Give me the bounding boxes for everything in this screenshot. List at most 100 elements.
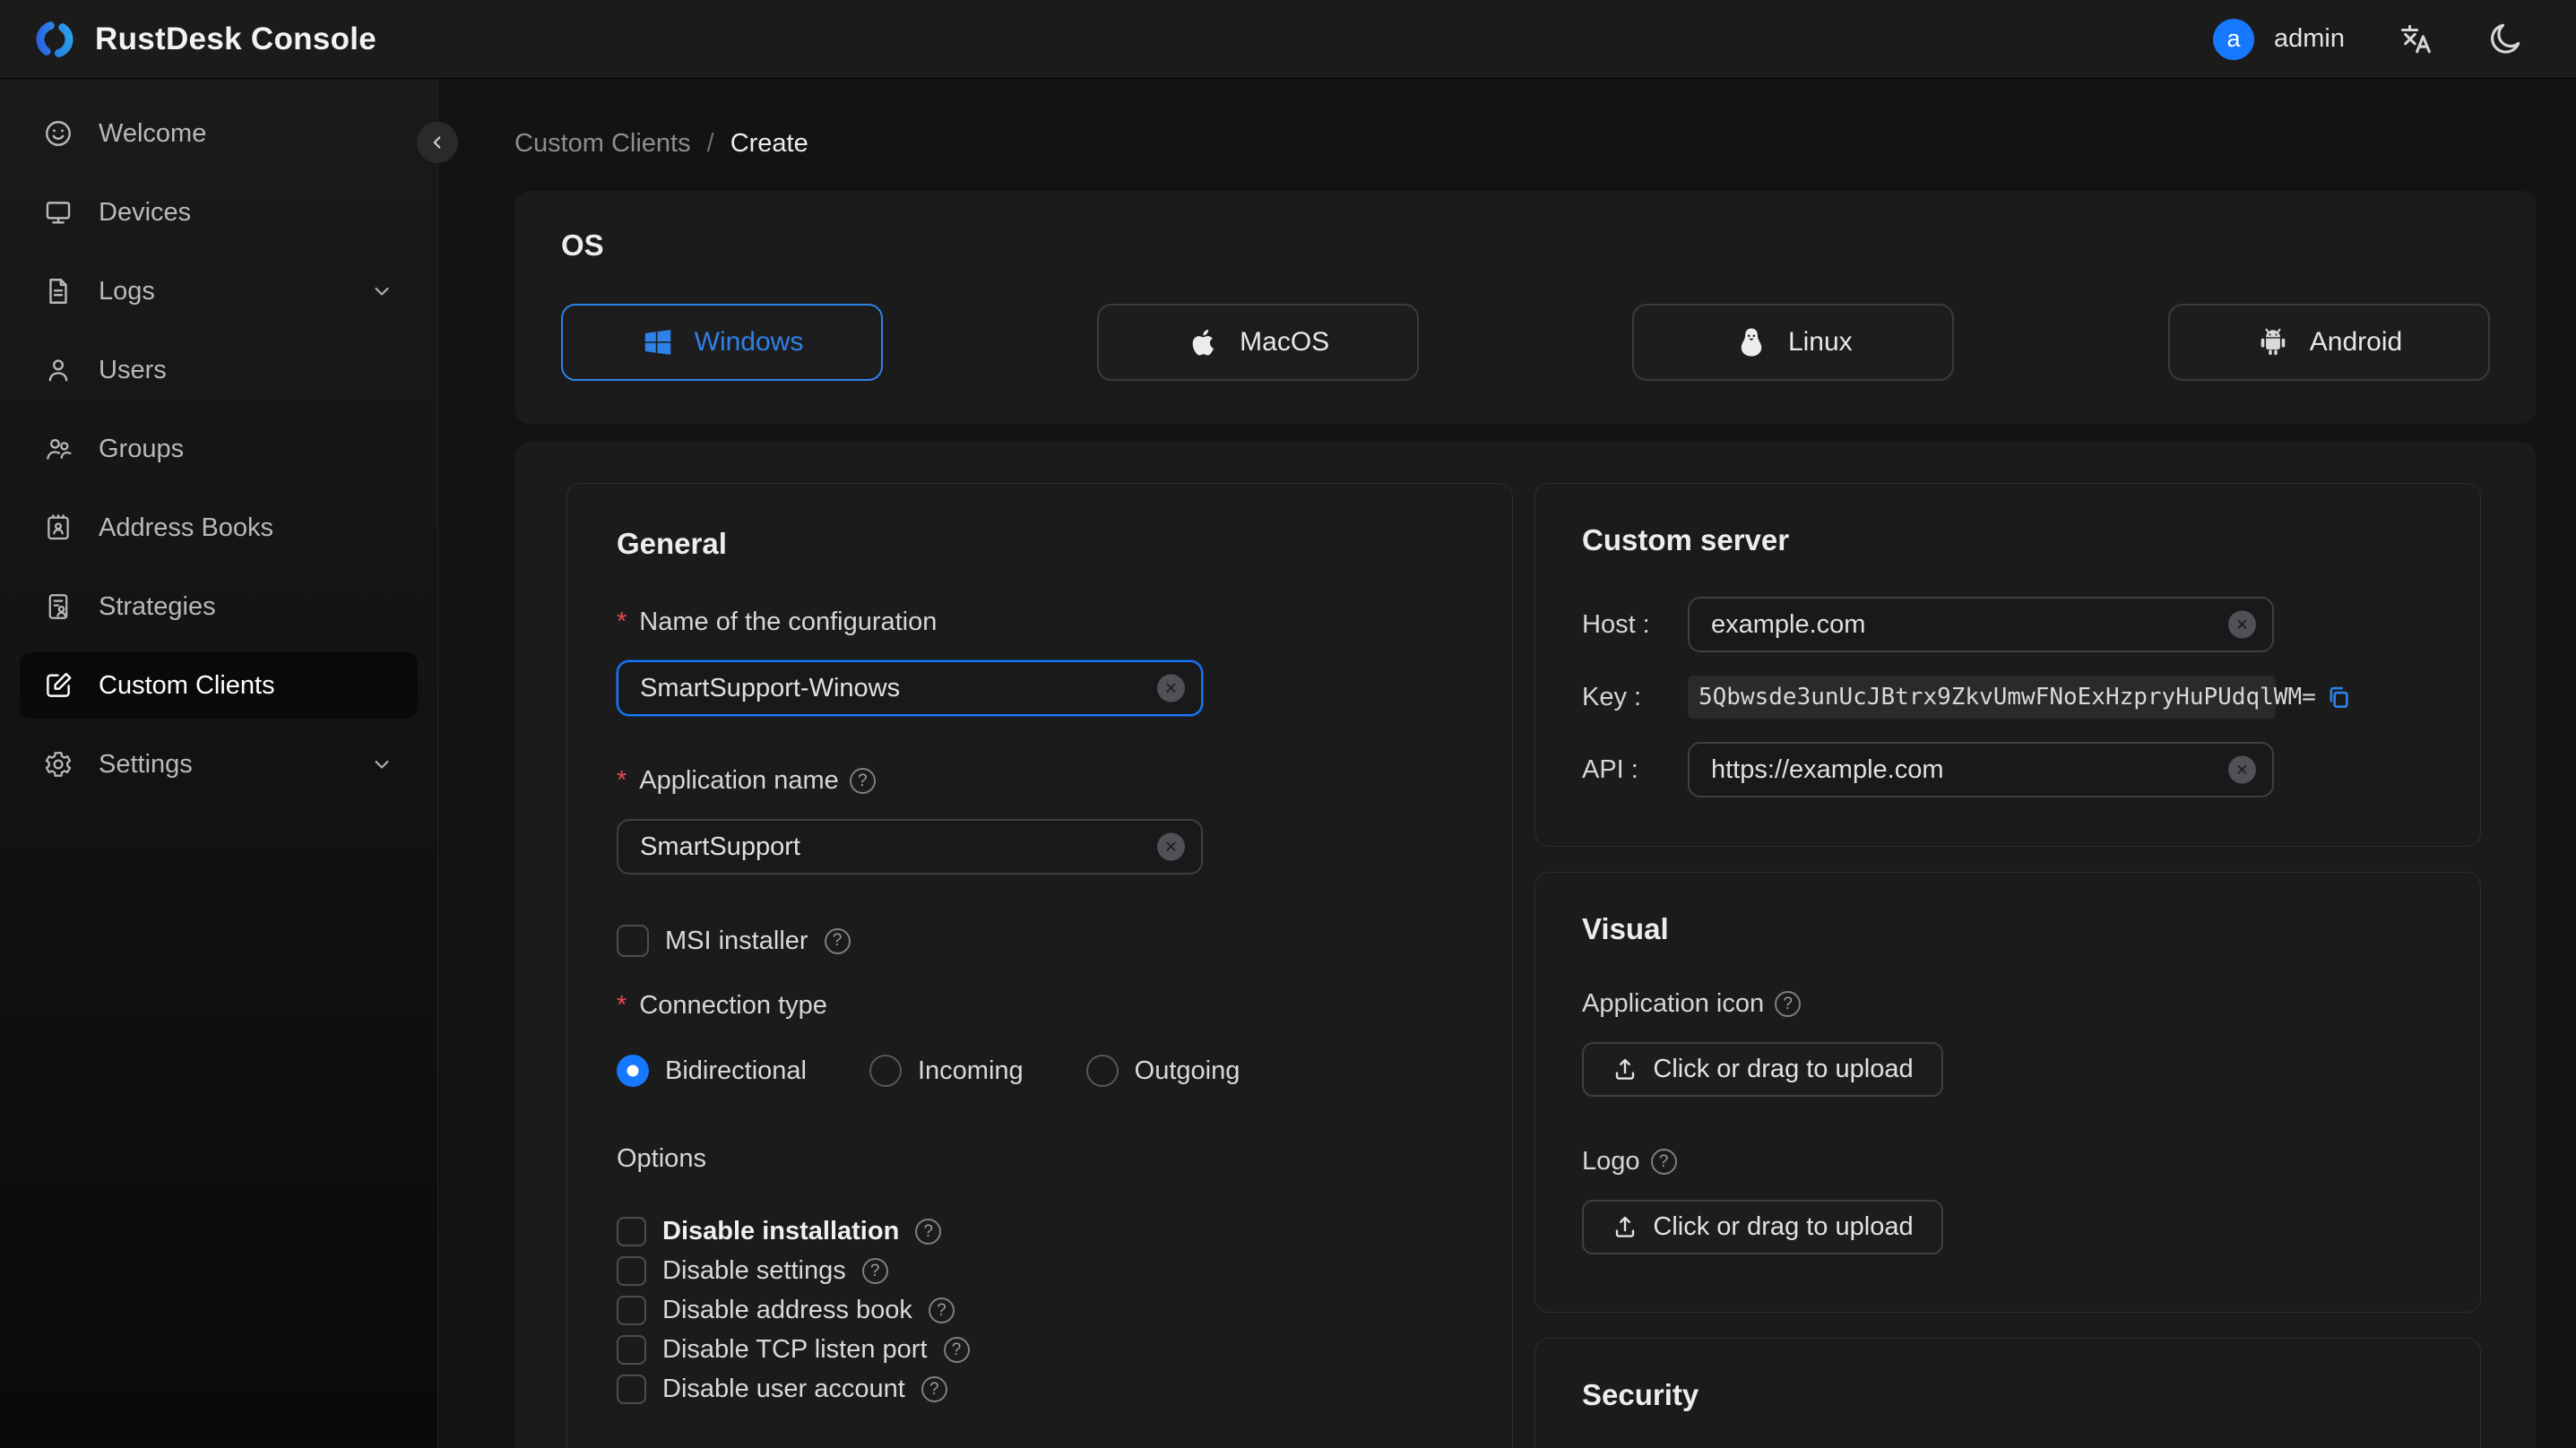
sidebar-item-label: Strategies <box>99 591 216 621</box>
application-icon-label: Application icon ? <box>1582 989 2433 1019</box>
clear-icon[interactable]: × <box>1157 832 1185 861</box>
option-disable-tcp-listen-port: Disable TCP listen port ? <box>617 1335 1463 1365</box>
app-name-field-label: * Application name ? <box>617 766 1463 796</box>
connection-type-options: Bidirectional Incoming Outgoing <box>617 1055 1463 1087</box>
api-input-wrapper: × <box>1688 742 2274 797</box>
security-panel: Security Preset password : <box>1534 1338 2481 1448</box>
api-row: API : × <box>1582 742 2433 797</box>
help-icon[interactable]: ? <box>861 1258 888 1284</box>
sidebar-item-groups[interactable]: Groups <box>20 416 418 482</box>
radio-icon[interactable] <box>617 1055 649 1087</box>
brand: RustDesk Console <box>34 19 376 60</box>
application-name-input[interactable] <box>617 819 1203 875</box>
file-icon <box>43 276 73 306</box>
help-icon[interactable]: ? <box>1650 1149 1677 1175</box>
os-button-label: MacOS <box>1240 327 1330 357</box>
options-list: Disable installation ? Disable settings … <box>617 1217 1463 1404</box>
os-card: OS Windows MacOS Linux Android <box>514 191 2537 424</box>
edit-square-icon <box>43 670 73 701</box>
sidebar-item-strategies[interactable]: Strategies <box>20 573 418 640</box>
clear-icon[interactable]: × <box>2228 610 2256 639</box>
user-menu[interactable]: a admin <box>2213 18 2345 60</box>
host-label: Host : <box>1582 609 1650 639</box>
option-disable-address-book: Disable address book ? <box>617 1296 1463 1325</box>
api-input[interactable] <box>1688 742 2274 797</box>
radio-incoming[interactable]: Incoming <box>869 1055 1024 1087</box>
sidebar-item-address-books[interactable]: Address Books <box>20 495 418 561</box>
disable-user-account-checkbox[interactable] <box>617 1375 646 1404</box>
sidebar-collapse-button[interactable] <box>417 122 458 163</box>
sidebar-item-settings[interactable]: Settings <box>20 731 418 797</box>
option-disable-settings: Disable settings ? <box>617 1256 1463 1286</box>
chevron-down-icon[interactable] <box>369 279 394 304</box>
disable-installation-checkbox[interactable] <box>617 1217 646 1246</box>
os-button-macos[interactable]: MacOS <box>1096 304 1419 381</box>
upload-button-label: Click or drag to upload <box>1653 1212 1914 1241</box>
sidebar-item-label: Settings <box>99 749 193 779</box>
help-icon[interactable]: ? <box>943 1337 970 1363</box>
sidebar-item-custom-clients[interactable]: Custom Clients <box>20 652 418 719</box>
sidebar-item-logs[interactable]: Logs <box>20 258 418 324</box>
address-book-icon <box>43 513 73 543</box>
help-icon[interactable]: ? <box>1775 991 1802 1017</box>
android-icon <box>2256 325 2290 359</box>
required-marker: * <box>617 766 627 795</box>
name-input-wrapper: × <box>617 660 1203 716</box>
msi-installer-checkbox[interactable] <box>617 925 649 957</box>
sidebar-item-devices[interactable]: Devices <box>20 179 418 246</box>
clear-icon[interactable]: × <box>1157 674 1185 702</box>
help-icon[interactable]: ? <box>921 1376 947 1402</box>
option-disable-installation: Disable installation ? <box>617 1217 1463 1246</box>
visual-panel: Visual Application icon ? Click or drag … <box>1534 872 2481 1313</box>
help-icon[interactable]: ? <box>915 1219 942 1245</box>
copy-icon[interactable] <box>2325 684 2352 711</box>
os-options: Windows MacOS Linux Android <box>561 304 2490 381</box>
required-marker: * <box>617 608 627 636</box>
client-form-card: General * Name of the configuration × * … <box>514 442 2537 1448</box>
custom-server-title: Custom server <box>1582 523 1790 556</box>
help-icon[interactable]: ? <box>928 1297 955 1323</box>
logo-label: Logo ? <box>1582 1147 2433 1176</box>
logo-upload-button[interactable]: Click or drag to upload <box>1582 1200 1943 1254</box>
radio-outgoing[interactable]: Outgoing <box>1085 1055 1240 1087</box>
help-icon[interactable]: ? <box>849 768 876 794</box>
visual-title: Visual <box>1582 912 1669 945</box>
sidebar-item-users[interactable]: Users <box>20 337 418 403</box>
configuration-name-input[interactable] <box>617 660 1203 716</box>
help-icon[interactable]: ? <box>824 927 851 954</box>
radio-bidirectional[interactable]: Bidirectional <box>617 1055 807 1087</box>
os-button-windows[interactable]: Windows <box>561 304 883 381</box>
host-input-wrapper: × <box>1688 597 2274 652</box>
custom-server-panel: Custom server Host : × Key : 5Qbwsde3un <box>1534 483 2481 847</box>
app-title: RustDesk Console <box>95 21 377 56</box>
connection-type-label: * Connection type <box>617 991 827 1020</box>
upload-icon <box>1612 1056 1638 1083</box>
general-title: General <box>617 527 727 560</box>
dark-mode-icon[interactable] <box>2486 21 2524 58</box>
key-value: 5Qbwsde3unUcJBtrx9ZkvUmwFNoExHzpryHuPUdq… <box>1699 684 2316 711</box>
avatar[interactable]: a <box>2213 18 2254 60</box>
language-icon[interactable] <box>2397 21 2434 58</box>
sidebar-item-welcome[interactable]: Welcome <box>20 100 418 167</box>
app-icon-upload-button[interactable]: Click or drag to upload <box>1582 1042 1943 1097</box>
host-input[interactable] <box>1688 597 2274 652</box>
breadcrumb-parent[interactable]: Custom Clients <box>514 129 691 159</box>
sidebar-item-label: Welcome <box>99 118 207 148</box>
disable-settings-checkbox[interactable] <box>617 1256 646 1286</box>
option-disable-user-account: Disable user account ? <box>617 1375 1463 1404</box>
required-marker: * <box>617 991 627 1020</box>
clear-icon[interactable]: × <box>2228 755 2256 784</box>
radio-icon[interactable] <box>1085 1055 1119 1087</box>
app-root: RustDesk Console a admin Welcome Devices… <box>0 0 2576 1448</box>
windows-icon <box>641 325 675 359</box>
user-icon <box>43 355 73 385</box>
os-button-linux[interactable]: Linux <box>1632 304 1955 381</box>
top-bar-actions: a admin <box>2213 18 2524 60</box>
radio-icon[interactable] <box>869 1055 902 1087</box>
rustdesk-logo <box>34 19 75 60</box>
os-button-android[interactable]: Android <box>2167 304 2490 381</box>
disable-address-book-checkbox[interactable] <box>617 1296 646 1325</box>
chevron-down-icon[interactable] <box>369 752 394 777</box>
disable-tcp-listen-port-checkbox[interactable] <box>617 1335 646 1365</box>
sidebar-item-label: Custom Clients <box>99 670 275 700</box>
